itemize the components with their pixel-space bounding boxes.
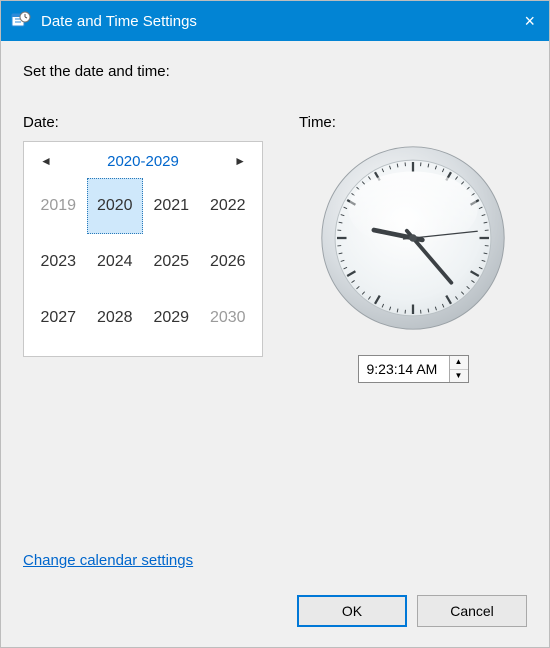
- date-time-app-icon: [11, 11, 31, 31]
- calendar-year-cell[interactable]: 2028: [87, 290, 144, 346]
- calendar-year-picker: ◄ 2020-2029 ► 20192020202120222023202420…: [23, 141, 263, 357]
- time-label: Time:: [299, 114, 527, 131]
- dialog-buttons: OK Cancel: [297, 595, 527, 627]
- calendar-year-cell[interactable]: 2023: [30, 234, 87, 290]
- calendar-year-cell[interactable]: 2024: [87, 234, 144, 290]
- calendar-year-cell[interactable]: 2029: [143, 290, 200, 346]
- calendar-prev-button[interactable]: ◄: [36, 152, 56, 170]
- date-label: Date:: [23, 114, 263, 131]
- calendar-year-cell[interactable]: 2025: [143, 234, 200, 290]
- content-area: Set the date and time: Date: ◄ 2020-2029…: [1, 41, 549, 647]
- instruction-text: Set the date and time:: [23, 63, 527, 80]
- calendar-year-cell[interactable]: 2030: [200, 290, 257, 346]
- date-column: Date: ◄ 2020-2029 ► 2019202020212022 2023…: [23, 114, 263, 383]
- close-icon[interactable]: ×: [505, 11, 535, 32]
- calendar-year-cell[interactable]: 2027: [30, 290, 87, 346]
- ok-button[interactable]: OK: [297, 595, 407, 627]
- time-input[interactable]: 9:23:14 AM ▲ ▼: [358, 355, 469, 383]
- calendar-year-cell[interactable]: 2019: [30, 178, 87, 234]
- window-title: Date and Time Settings: [41, 13, 505, 30]
- calendar-next-button[interactable]: ►: [230, 152, 250, 170]
- analog-clock: [318, 143, 508, 333]
- calendar-grid: 2019202020212022 2023202420252026 20272028…: [30, 178, 256, 346]
- time-spin-down[interactable]: ▼: [450, 370, 468, 383]
- calendar-year-cell[interactable]: 2020: [87, 178, 144, 234]
- time-spin-up[interactable]: ▲: [450, 356, 468, 370]
- change-calendar-settings-link[interactable]: Change calendar settings: [23, 552, 193, 569]
- calendar-year-cell[interactable]: 2021: [143, 178, 200, 234]
- time-spinner: ▲ ▼: [449, 356, 468, 382]
- calendar-year-cell[interactable]: 2026: [200, 234, 257, 290]
- calendar-year-cell[interactable]: 2022: [200, 178, 257, 234]
- titlebar[interactable]: Date and Time Settings ×: [1, 1, 549, 41]
- calendar-range-label[interactable]: 2020-2029: [107, 153, 179, 170]
- time-value[interactable]: 9:23:14 AM: [359, 356, 449, 382]
- time-column: Time:: [299, 114, 527, 383]
- cancel-button[interactable]: Cancel: [417, 595, 527, 627]
